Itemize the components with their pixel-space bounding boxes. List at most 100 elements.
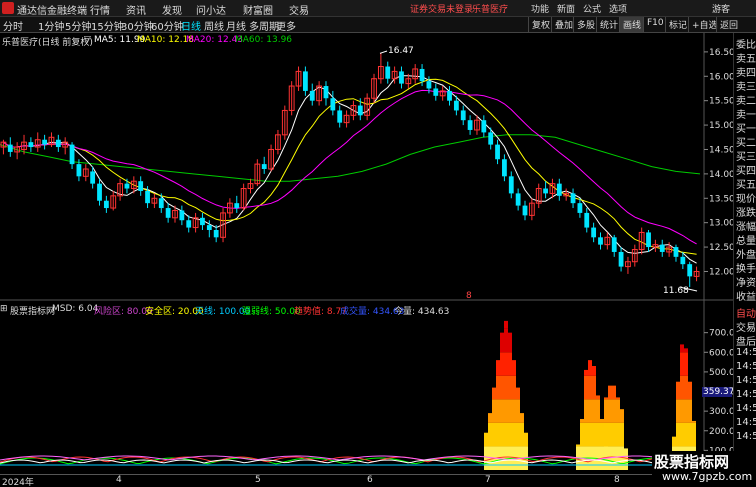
candle-body xyxy=(337,110,343,123)
side-item-bid2: 买二 xyxy=(736,138,756,149)
side-item-earnings: 收益 xyxy=(736,292,756,303)
stock-title: 乐普医疗(日线 前复权) xyxy=(2,38,93,48)
side-item-bid3: 买三 xyxy=(736,152,756,163)
chart-area[interactable]: 16.50 16.00 15.50 15.00 14.50 14.00 13.50 13.00… xyxy=(0,33,735,474)
menu-function[interactable]: 功能 xyxy=(531,2,549,15)
indicator-bar xyxy=(680,399,684,423)
candle-body xyxy=(158,198,164,209)
indicator-bar xyxy=(496,422,500,447)
indicator-bar xyxy=(624,448,628,470)
side-time-2: 14:5 xyxy=(736,361,756,372)
candle-body xyxy=(165,208,171,218)
indicator-bar xyxy=(584,375,588,400)
side-time-5: 14:5 xyxy=(736,403,756,414)
kline-chart[interactable]: 16.50 16.00 15.50 15.00 14.50 14.00 13.50 13.00… xyxy=(0,33,735,474)
menu-trade[interactable]: 交易 xyxy=(289,2,309,17)
candle-body xyxy=(42,139,48,145)
multi-stock-button[interactable]: 多股 xyxy=(573,17,598,32)
adjust-button[interactable]: 复权 xyxy=(528,17,553,32)
mark-button[interactable]: 标记 xyxy=(665,17,690,32)
indicator-bar xyxy=(512,360,516,376)
price-tick-label: 14.50 xyxy=(709,145,733,155)
period-tab-30min[interactable]: 30分钟 xyxy=(121,18,154,33)
indicator-bar xyxy=(580,422,584,447)
period-tab-weekly[interactable]: 周线 xyxy=(204,18,224,33)
indicator-bar xyxy=(508,399,512,423)
menu-options[interactable]: 选项 xyxy=(609,2,627,15)
candle-body xyxy=(399,71,404,84)
msd-label: MSD: 6.04 xyxy=(52,304,99,314)
menu-quotes[interactable]: 行情 xyxy=(90,2,110,17)
f10-button[interactable]: F10 xyxy=(643,17,667,32)
stock-name-top: 乐普医疗 xyxy=(472,5,509,15)
indicator-bar xyxy=(612,446,616,470)
indicator-bar xyxy=(516,399,520,423)
draw-button[interactable]: 画线 xyxy=(619,17,645,32)
statistics-button[interactable]: 统计 xyxy=(596,17,621,32)
period-tab-monthly[interactable]: 月线 xyxy=(226,18,246,33)
ma20-line xyxy=(3,89,697,245)
menu-guest[interactable]: 游客 xyxy=(712,2,730,15)
indicator-bar xyxy=(604,422,608,447)
indicator-bar xyxy=(488,446,492,470)
side-item-after-hours[interactable]: 盘后 xyxy=(736,333,756,348)
strength-line-label: 强弱线: 50.00 xyxy=(242,307,301,317)
period-tab-15min[interactable]: 15分钟 xyxy=(91,18,124,33)
side-item-price: 现价 xyxy=(736,194,756,205)
date-label-apr: 4 xyxy=(116,475,122,485)
candle-body xyxy=(543,188,548,194)
ind-tick-label: 700.0 xyxy=(709,329,733,339)
side-item-bid4: 买四 xyxy=(736,166,756,177)
indicator-bar xyxy=(692,422,696,447)
indicator-bar xyxy=(616,397,620,400)
indicator-bar xyxy=(688,381,692,400)
side-item-ask1: 卖一 xyxy=(736,110,756,121)
menu-new[interactable]: 新面 xyxy=(557,2,575,15)
high-price-label: 16.47 xyxy=(388,46,414,56)
period-tab-60min[interactable]: 60分钟 xyxy=(151,18,184,33)
candle-body xyxy=(124,183,130,189)
indicator-bar xyxy=(596,395,600,400)
period-tab-1min[interactable]: 1分钟 xyxy=(38,18,64,33)
side-item-outer: 外盘 xyxy=(736,250,756,261)
period-tab-timeshare[interactable]: 分时 xyxy=(3,18,23,33)
candle-body xyxy=(618,251,624,267)
indicator-bar xyxy=(500,422,504,447)
indicator-bar xyxy=(676,381,680,400)
menu-xiaoda[interactable]: 问小达 xyxy=(196,2,226,17)
period-tab-multi[interactable]: 多周期 xyxy=(249,18,279,33)
candle-body xyxy=(357,105,363,116)
indicator-bar xyxy=(676,422,680,447)
candle-body xyxy=(659,244,665,252)
menu-formula[interactable]: 公式 xyxy=(583,2,601,15)
indicator-expand-icon[interactable]: ⊞ xyxy=(0,304,8,314)
indicator-bar xyxy=(616,422,620,447)
login-status[interactable]: 证券交易未登录 xyxy=(410,2,473,15)
side-item-auto[interactable]: 自动 xyxy=(736,305,756,320)
candle-body xyxy=(577,203,583,213)
indicator-bar xyxy=(596,399,600,423)
menu-discover[interactable]: 发现 xyxy=(162,2,182,17)
indicator-bar xyxy=(508,375,512,400)
indicator-bar xyxy=(612,399,616,423)
indicator-bar xyxy=(584,369,588,376)
candle-body xyxy=(28,142,34,148)
back-button[interactable]: 返回 xyxy=(716,17,741,32)
period-tab-more[interactable]: 更多 xyxy=(276,18,296,33)
quote-side-panel[interactable]: 委比 卖五 卖四 卖三 卖二 卖一 买一 买二 买三 买四 买五 现价 涨跌 涨… xyxy=(733,33,756,474)
indicator-bar xyxy=(608,422,612,447)
indicator-bar xyxy=(688,422,692,447)
menu-news[interactable]: 资讯 xyxy=(126,2,146,17)
candle-body xyxy=(186,220,192,228)
candle-body xyxy=(138,181,144,191)
price-tick-label: 13.50 xyxy=(709,194,733,204)
indicator-bar xyxy=(616,399,620,423)
indicator-bar xyxy=(684,422,688,447)
period-tab-5min[interactable]: 5分钟 xyxy=(65,18,91,33)
candle-body xyxy=(103,200,109,209)
menu-fortune[interactable]: 财富圈 xyxy=(243,2,273,17)
period-tab-daily[interactable]: 日线 xyxy=(181,18,201,33)
indicator-title[interactable]: 股票指标网 xyxy=(10,304,55,317)
indicator-cursor-value: 359.37 xyxy=(702,387,735,397)
side-item-trade[interactable]: 交易 xyxy=(736,319,756,334)
